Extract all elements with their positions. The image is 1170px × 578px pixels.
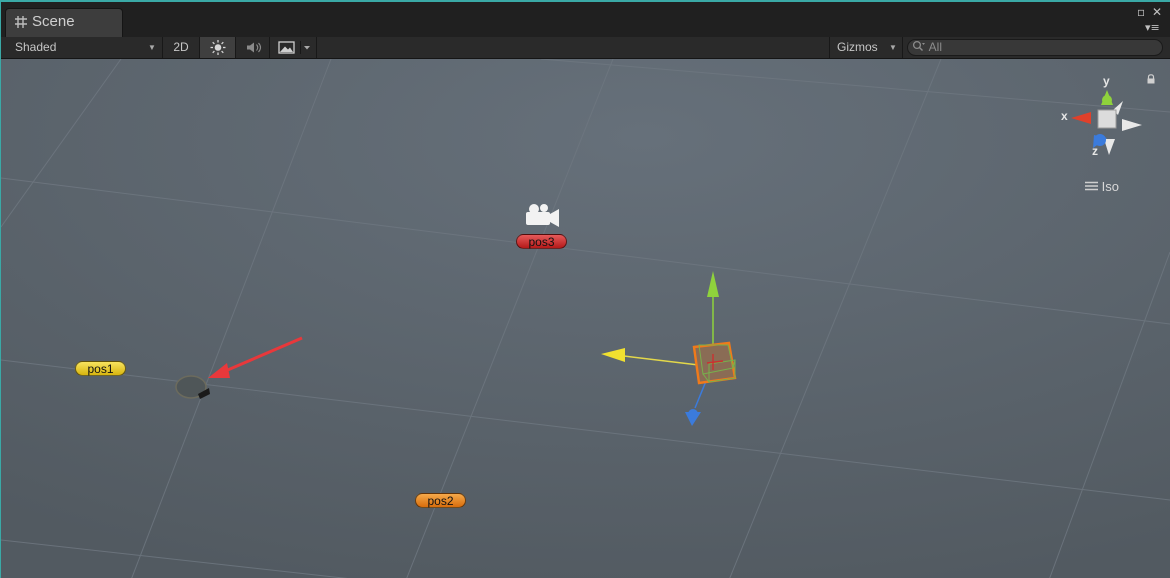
panel-menu-button[interactable]: ▾≡ [1145,21,1160,34]
label-pos2-text: pos2 [427,494,454,508]
scene-view-canvas [1,59,1170,578]
mode-2d-label: 2D [173,40,189,54]
gizmos-label: Gizmos [837,40,878,54]
label-pos3-text: pos3 [528,235,555,249]
gizmo-x-label: x [1061,109,1068,123]
label-pos2[interactable]: pos2 [415,493,466,508]
tab-bar: Scene ▫ ✕ ▾≡ [1,2,1170,37]
unity-scene-window: Scene ▫ ✕ ▾≡ Shaded ▼ 2D Gizmos ▼ All y … [0,0,1170,578]
label-pos1-text: pos1 [87,362,114,376]
lock-icon[interactable] [1146,74,1156,84]
chevron-down-icon: ▼ [148,43,156,52]
gizmos-dropdown[interactable]: Gizmos ▼ [829,37,903,58]
label-pos1[interactable]: pos1 [75,361,126,376]
projection-label: Iso [1101,179,1119,194]
gizmo-z-label: z [1092,144,1098,158]
image-icon [278,41,310,54]
tab-scene-label: Scene [32,13,75,30]
draw-mode-label: Shaded [15,40,57,54]
sun-icon [210,40,226,55]
audio-toggle[interactable] [236,37,270,58]
scene-toolbar: Shaded ▼ 2D Gizmos ▼ All [1,37,1170,59]
chevron-down-icon: ▼ [889,43,897,52]
mode-2d-toggle[interactable]: 2D [163,37,200,58]
lighting-toggle[interactable] [200,37,236,58]
label-pos3[interactable]: pos3 [516,234,567,249]
search-input[interactable]: All [907,39,1163,56]
close-button[interactable]: ✕ [1152,5,1162,19]
speaker-icon [247,42,262,53]
scene-grid-icon [15,16,27,28]
hamburger-icon [1085,181,1098,191]
search-placeholder: All [928,40,943,54]
projection-toggle[interactable]: Iso [1085,179,1119,194]
draw-mode-dropdown[interactable]: Shaded ▼ [1,37,163,58]
maximize-button[interactable]: ▫ [1137,5,1145,19]
scene-viewport[interactable]: y x z Iso pos3 pos1 pos2 [1,59,1170,578]
search-icon [912,40,925,51]
selected-cube [692,341,737,385]
effects-dropdown[interactable] [270,37,317,58]
tab-scene[interactable]: Scene [5,8,123,37]
gizmo-y-label: y [1103,74,1110,88]
